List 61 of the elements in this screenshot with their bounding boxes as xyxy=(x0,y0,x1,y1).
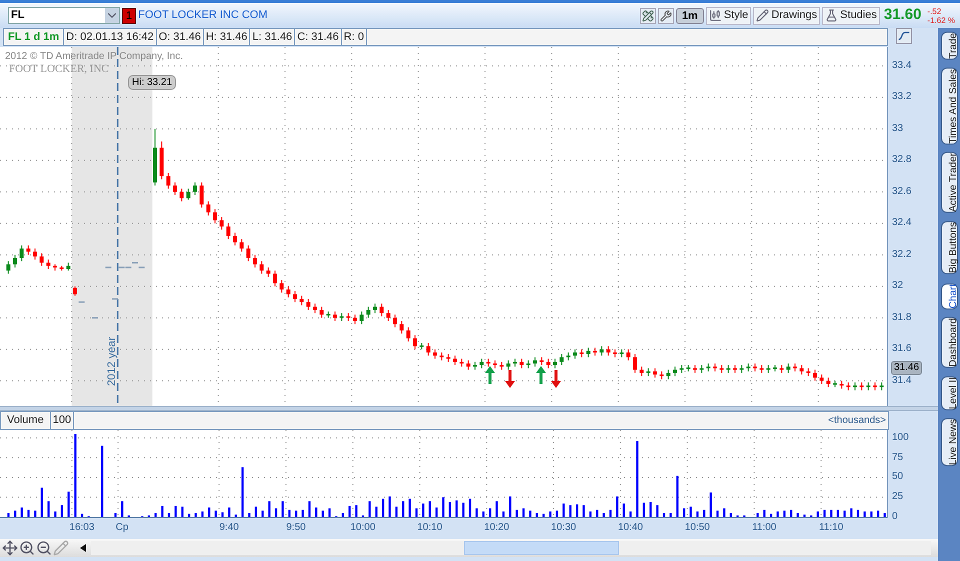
time-axis-label: Cp xyxy=(116,522,128,534)
toolbar-button[interactable]: Drawings xyxy=(753,6,820,24)
time-axis-label: 10:50 xyxy=(684,522,710,534)
time-axis-label: 10:40 xyxy=(618,522,643,534)
time-axis-label: 9:40 xyxy=(219,522,239,534)
price-axis-label: 31.8 xyxy=(892,312,912,324)
price-axis-label: 32 xyxy=(892,280,904,292)
side-tab[interactable]: Trade xyxy=(940,32,958,60)
side-tab[interactable]: Times And Sales xyxy=(940,68,958,144)
time-axis-label: 9:50 xyxy=(286,522,306,534)
ohlc-field: L: 31.46 xyxy=(250,29,296,45)
time-axis-label: 10:00 xyxy=(350,522,376,534)
last-price-tag: 31.46 xyxy=(891,361,922,375)
price-axis-label: 31.4 xyxy=(892,374,912,387)
price-axis-label: 31.6 xyxy=(892,343,912,356)
volume-axis-label: 25 xyxy=(892,491,904,504)
price-axis-label: 32.6 xyxy=(892,186,912,198)
side-tab[interactable]: Dashboard xyxy=(940,316,958,368)
ohlc-field: O: 31.46 xyxy=(156,29,204,45)
ohlc-field: C: 31.46 xyxy=(295,29,342,45)
time-axis-label: 11:00 xyxy=(752,522,776,534)
volume-axis-label: 0 xyxy=(892,511,898,523)
symbol-field[interactable]: FL xyxy=(8,7,120,24)
last-price: 31.60 xyxy=(884,5,922,26)
time-axis-label: 10:20 xyxy=(484,522,510,534)
side-tab[interactable]: Big Buttons xyxy=(940,221,958,275)
side-tab[interactable]: Chart xyxy=(940,282,958,309)
volume-title: Volume xyxy=(1,412,51,429)
side-tab[interactable]: Level II xyxy=(940,376,958,410)
aggregation-button[interactable]: 1m xyxy=(676,8,704,24)
volume-units: <thousands> xyxy=(827,414,887,428)
side-tab[interactable]: Active Trader xyxy=(940,152,958,214)
ohlc-field: H: 31.46 xyxy=(204,29,250,45)
volume-axis-label: 100 xyxy=(892,432,909,444)
price-axis-label: 33.4 xyxy=(892,60,912,72)
price-axis-label: 32.4 xyxy=(892,217,912,230)
time-axis-label: 11:10 xyxy=(818,522,844,534)
toolbar-button[interactable]: Studies xyxy=(822,6,880,24)
volume-period: 100 xyxy=(50,412,74,429)
year-marker-label: 2012 year xyxy=(106,337,119,386)
side-tab[interactable]: Live News xyxy=(940,418,958,466)
time-axis-label: 10:30 xyxy=(551,522,576,534)
alert-badge: 1 xyxy=(122,8,136,24)
ohlc-field: R: 0 xyxy=(342,29,367,45)
price-axis-label: 32.2 xyxy=(892,248,912,261)
price-change: -.52 xyxy=(927,6,942,16)
toolbar-button[interactable]: Style xyxy=(706,6,752,24)
company-name: FOOT LOCKER INC COM xyxy=(138,8,268,24)
time-axis-label: 10:10 xyxy=(417,522,442,534)
volume-axis-label: 50 xyxy=(892,471,904,484)
price-axis-label: 33 xyxy=(892,122,904,135)
time-axis-label: 16:03 xyxy=(69,522,94,534)
company-logo-text: FOOT LOCKER, INC xyxy=(8,62,110,77)
volume-axis-label: 75 xyxy=(892,452,904,464)
chart-title: FL 1 d 1m xyxy=(4,29,64,45)
ohlc-field: D: 02.01.13 16:42 xyxy=(64,29,157,45)
copyright-text: 2012 © TD Ameritrade IP Company, Inc. xyxy=(5,51,184,62)
high-price-label: Hi: 33.21 xyxy=(128,75,176,90)
price-axis-label: 33.2 xyxy=(892,91,912,104)
price-change-percent: -1.62 % xyxy=(927,16,955,24)
price-axis-label: 32.8 xyxy=(892,154,912,166)
